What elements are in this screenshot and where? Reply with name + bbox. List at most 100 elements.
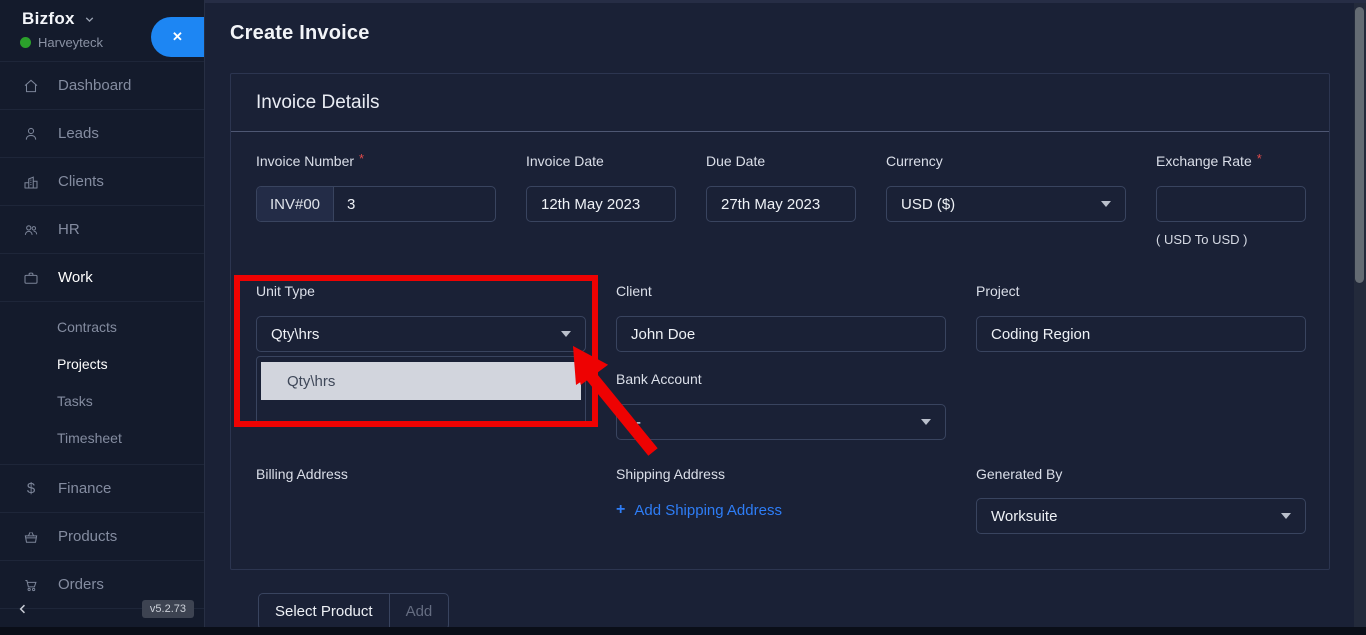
field-label: Unit Type: [256, 283, 315, 299]
bank-account-field: Bank Account --: [616, 372, 946, 440]
sidebar-item-label: Clients: [58, 173, 104, 190]
currency-select[interactable]: USD ($): [886, 186, 1126, 222]
online-status-dot: [20, 37, 31, 48]
invoice-details-card: Invoice Details Invoice Number * INV#00 3…: [230, 73, 1330, 570]
sidebar-item-label: HR: [58, 221, 80, 238]
add-shipping-address-label: Add Shipping Address: [634, 501, 782, 519]
sidebar-item-label: Work: [58, 269, 93, 286]
field-label: Shipping Address: [616, 466, 725, 482]
select-product-button[interactable]: Select Product: [258, 593, 390, 630]
brand-name: Bizfox: [22, 9, 75, 28]
plus-icon: +: [616, 501, 626, 518]
sidebar-item-label: Products: [58, 528, 118, 545]
sidebar-item-work[interactable]: Work: [0, 254, 204, 302]
add-product-button[interactable]: Add: [388, 593, 450, 630]
building-icon: [22, 173, 40, 191]
field-label: Currency: [886, 153, 943, 169]
billing-address-field: Billing Address: [256, 467, 348, 499]
workspace: Harveyteck: [20, 35, 103, 50]
project-value: Coding Region: [991, 325, 1091, 343]
invoice-date-input[interactable]: 12th May 2023: [526, 186, 676, 222]
invoice-number-input[interactable]: INV#00 3: [256, 186, 496, 222]
sidebar-item-finance[interactable]: $ Finance: [0, 465, 204, 513]
close-sidebar-button[interactable]: ✕: [151, 17, 204, 57]
invoice-date-value: 12th May 2023: [541, 195, 641, 213]
scrollbar-thumb[interactable]: [1355, 7, 1364, 283]
project-field: Project Coding Region: [976, 284, 1306, 352]
invoice-number-prefix: INV#00: [257, 187, 334, 221]
exchange-rate-field: Exchange Rate * ( USD To USD ): [1156, 151, 1306, 247]
project-input[interactable]: Coding Region: [976, 316, 1306, 352]
sidebar-footer: v5.2.73: [0, 591, 204, 627]
close-icon: ✕: [172, 29, 183, 44]
sidebar-item-products[interactable]: Products: [0, 513, 204, 561]
sidebar-subitem-projects[interactable]: Projects: [0, 345, 204, 382]
required-marker: *: [1256, 151, 1262, 166]
field-label: Generated By: [976, 466, 1063, 482]
caret-down-icon: [561, 331, 571, 337]
person-icon: [22, 125, 40, 143]
subitem-label: Timesheet: [57, 429, 122, 446]
field-label: Client: [616, 283, 652, 299]
sidebar-item-label: Leads: [58, 125, 99, 142]
due-date-input[interactable]: 27th May 2023: [706, 186, 856, 222]
sidebar-item-clients[interactable]: Clients: [0, 158, 204, 206]
exchange-rate-hint: ( USD To USD ): [1156, 232, 1248, 247]
main-content: Create Invoice Invoice Details Invoice N…: [205, 0, 1366, 630]
generated-by-field: Generated By Worksuite: [976, 467, 1306, 534]
work-submenu: Contracts Projects Tasks Timesheet: [0, 302, 204, 465]
field-label: Due Date: [706, 153, 766, 169]
currency-field: Currency USD ($): [886, 154, 1126, 222]
chevron-left-icon: [19, 604, 25, 614]
field-label: Billing Address: [256, 466, 348, 482]
sidebar-item-dashboard[interactable]: Dashboard: [0, 62, 204, 110]
unit-type-field: Unit Type Qty\hrs: [256, 284, 586, 352]
briefcase-icon: [22, 269, 40, 287]
dollar-icon: $: [26, 480, 36, 497]
caret-down-icon: [1101, 201, 1111, 207]
subitem-label: Contracts: [57, 318, 117, 335]
sidebar: Bizfox Harveyteck ✕ Dashboard Leads Clie…: [0, 0, 205, 627]
unit-type-select[interactable]: Qty\hrs: [256, 316, 586, 352]
home-icon: [22, 77, 40, 95]
unit-type-value: Qty\hrs: [271, 325, 320, 343]
sidebar-item-label: Dashboard: [58, 77, 132, 94]
field-label: Invoice Date: [526, 153, 604, 169]
due-date-value: 27th May 2023: [721, 195, 821, 213]
scrollbar[interactable]: [1354, 3, 1366, 630]
people-icon: [22, 221, 40, 239]
sidebar-item-leads[interactable]: Leads: [0, 110, 204, 158]
generated-by-select[interactable]: Worksuite: [976, 498, 1306, 534]
field-label: Invoice Number *: [256, 151, 365, 169]
required-marker: *: [359, 151, 365, 166]
chevron-down-icon: [85, 16, 94, 22]
add-shipping-address-link[interactable]: + Add Shipping Address: [616, 501, 782, 519]
currency-value: USD ($): [901, 195, 956, 213]
exchange-rate-input[interactable]: [1156, 186, 1306, 222]
sidebar-nav: Dashboard Leads Clients HR Work Contract…: [0, 62, 204, 609]
page-title: Create Invoice: [230, 22, 370, 44]
invoice-date-field: Invoice Date 12th May 2023: [526, 154, 676, 222]
client-field: Client John Doe: [616, 284, 946, 352]
shipping-address-field: Shipping Address + Add Shipping Address: [616, 467, 782, 519]
brand-menu[interactable]: Bizfox: [22, 9, 96, 29]
client-value: John Doe: [631, 325, 696, 343]
sidebar-header: Bizfox Harveyteck ✕: [0, 0, 204, 62]
bank-account-select[interactable]: --: [616, 404, 946, 440]
collapse-sidebar-button[interactable]: [16, 602, 30, 616]
invoice-number-value: 3: [347, 195, 356, 213]
sidebar-subitem-tasks[interactable]: Tasks: [0, 382, 204, 419]
basket-icon: [22, 528, 40, 546]
subitem-label: Projects: [57, 355, 108, 372]
sidebar-item-hr[interactable]: HR: [0, 206, 204, 254]
sidebar-subitem-contracts[interactable]: Contracts: [0, 308, 204, 345]
field-label: Exchange Rate *: [1156, 151, 1262, 169]
due-date-field: Due Date 27th May 2023: [706, 154, 856, 222]
version-badge: v5.2.73: [141, 600, 194, 618]
client-input[interactable]: John Doe: [616, 316, 946, 352]
sidebar-subitem-timesheet[interactable]: Timesheet: [0, 419, 204, 456]
invoice-number-field: Invoice Number * INV#00 3: [256, 151, 496, 222]
caret-down-icon: [921, 419, 931, 425]
unit-type-option[interactable]: Qty\hrs: [261, 362, 581, 400]
product-bar: Select Product Add: [258, 593, 450, 630]
